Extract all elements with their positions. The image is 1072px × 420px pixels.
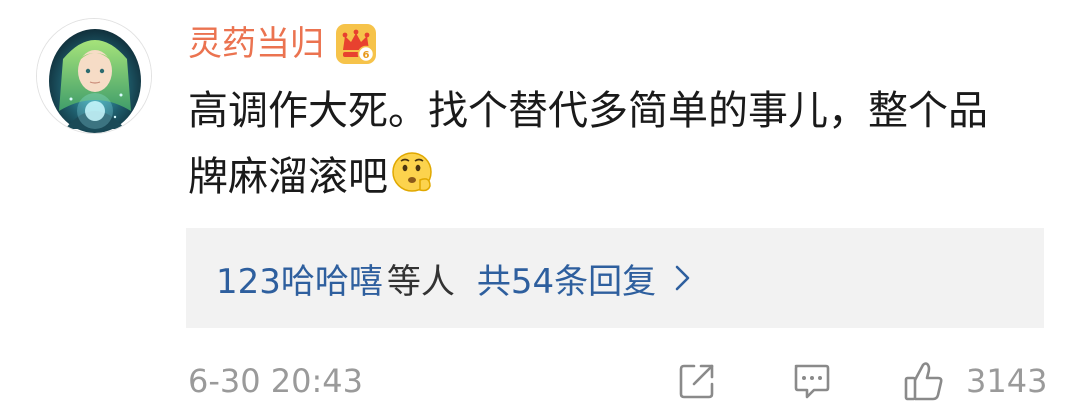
reply-others-label: 等人 (386, 261, 455, 302)
like-count: 3143 (966, 362, 1048, 400)
reply-user-names[interactable]: 123哈哈嘻 (216, 254, 383, 303)
timestamp: 6-30 20:43 (188, 362, 364, 400)
anime-avatar-image (37, 19, 151, 133)
share-icon[interactable] (676, 360, 718, 402)
like-group[interactable]: 3143 (902, 358, 1047, 404)
reply-count-link[interactable]: 共54条回复 (477, 254, 656, 303)
chevron-right-icon[interactable] (674, 263, 692, 293)
comment-body: 高调作大死。找个替代多简单的事儿，整个品牌麻溜滚吧 (188, 88, 988, 200)
thinking-face-emoji-icon (392, 152, 432, 192)
username-row: 灵药当归 6 (188, 18, 378, 70)
username[interactable]: 灵药当归 (188, 18, 324, 70)
comment-text: 高调作大死。找个替代多简单的事儿，整个品牌麻溜滚吧 (188, 78, 1008, 210)
comment-icon[interactable] (790, 360, 832, 402)
svg-text:6: 6 (363, 50, 370, 61)
replies-preview[interactable]: 123哈哈嘻 等人 共54条回复 (186, 228, 1044, 328)
thumbs-up-icon[interactable] (902, 359, 946, 403)
vip-crown-badge-icon[interactable]: 6 (334, 22, 378, 66)
comment-footer: 6-30 20:43 3143 (188, 358, 1047, 404)
avatar[interactable] (36, 18, 152, 134)
